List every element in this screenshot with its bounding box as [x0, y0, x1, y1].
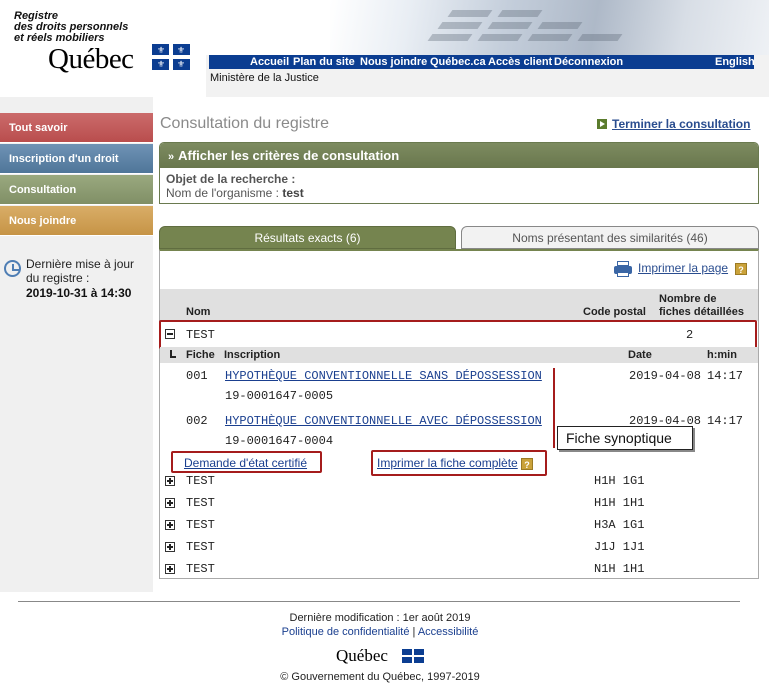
- nav-quebec-ca[interactable]: Québec.ca: [430, 55, 486, 69]
- fiche-number: 001: [186, 369, 208, 383]
- results-column-headers: Nom Code postal Nombre de fiches détaill…: [160, 289, 758, 321]
- demande-etat-certifie-link[interactable]: Demande d'état certifié: [184, 456, 307, 470]
- clock-icon: [4, 260, 21, 277]
- subcolumn-inscription: Inscription: [224, 349, 281, 361]
- privacy-link[interactable]: Politique de confidentialité: [282, 626, 410, 638]
- expand-icon[interactable]: [165, 542, 175, 552]
- tab-similar-names[interactable]: Noms présentant des similarités (46): [461, 226, 759, 249]
- nav-acces-client[interactable]: Accès client: [488, 55, 552, 69]
- result-row-name: TEST: [186, 540, 215, 554]
- search-object-label: Objet de la recherche :: [166, 172, 296, 186]
- fiche-subheader: Fiche Inscription Date h:min: [160, 347, 758, 363]
- fiche-date: 2019-04-08: [629, 369, 702, 383]
- expand-icon[interactable]: [165, 564, 175, 574]
- arrow-right-icon: [597, 119, 607, 129]
- end-consultation-link[interactable]: Terminer la consultation: [597, 117, 750, 131]
- print-page-link[interactable]: Imprimer la page: [638, 261, 728, 275]
- fiche-time: 14:17: [707, 369, 744, 383]
- ministry-name: Ministère de la Justice: [210, 72, 319, 84]
- subcolumn-fiche: Fiche: [186, 349, 215, 361]
- quebec-flag-icon: ⚜ ⚜ ⚜ ⚜: [152, 44, 190, 70]
- registry-title: Registre des droits personnels et réels …: [14, 10, 129, 44]
- tab-exact-results[interactable]: Résultats exacts (6): [159, 226, 456, 249]
- sidebar-item-nous-joindre[interactable]: Nous joindre: [0, 206, 153, 236]
- help-icon[interactable]: ?: [735, 263, 747, 275]
- page-title: Consultation du registre: [160, 115, 329, 132]
- footer-flag-icon: [402, 649, 424, 663]
- footer-last-modified: Dernière modification : 1er août 2019: [289, 612, 471, 624]
- fiche-reference: 19-0001647-0005: [225, 389, 334, 403]
- printer-icon[interactable]: [614, 261, 632, 277]
- chevron-down-icon: »: [168, 151, 175, 163]
- fiche-inscription-link[interactable]: HYPOTHÈQUE CONVENTIONNELLE SANS DÉPOSSES…: [225, 369, 542, 383]
- subcolumn-time: h:min: [707, 349, 737, 361]
- annotation-line: [553, 368, 555, 448]
- result-row-name: TEST: [186, 496, 215, 510]
- expand-icon[interactable]: [165, 498, 175, 508]
- result-row-code: H3A 1G1: [594, 518, 645, 532]
- nav-plan-du-site[interactable]: Plan du site: [293, 55, 355, 69]
- top-navigation: Accueil Plan du site Nous joindre Québec…: [209, 55, 755, 69]
- left-sidebar: Tout savoir Inscription d'un droit Consu…: [0, 97, 153, 592]
- result-row-code: H1H 1H1: [594, 496, 645, 510]
- column-nombre-line2: fiches détaillées: [659, 306, 744, 318]
- nav-accueil[interactable]: Accueil: [250, 55, 289, 69]
- accessibility-link[interactable]: Accessibilité: [418, 626, 479, 638]
- tree-branch-icon: [170, 350, 176, 358]
- sidebar-item-inscription[interactable]: Inscription d'un droit: [0, 144, 153, 174]
- fiche-time: 14:17: [707, 414, 744, 428]
- result-row-name: TEST: [186, 518, 215, 532]
- fiche-reference: 19-0001647-0004: [225, 434, 334, 448]
- annotation-highlight-row: [159, 320, 757, 349]
- result-row-code: H1H 1G1: [594, 474, 645, 488]
- last-update-date: 2019-10-31 à 14:30: [26, 286, 132, 300]
- column-nombre-line1: Nombre de: [659, 293, 717, 305]
- nav-english[interactable]: English: [715, 55, 755, 69]
- imprimer-fiche-link[interactable]: Imprimer la fiche complète: [377, 456, 518, 470]
- footer-divider: [18, 601, 740, 602]
- result-row-code: J1J 1J1: [594, 540, 645, 554]
- criteria-panel: » Afficher les critères de consultation O…: [159, 142, 759, 204]
- organisation-name: Nom de l'organisme : test: [166, 186, 304, 200]
- site-header: Registre des droits personnels et réels …: [0, 0, 769, 97]
- sidebar-item-consultation[interactable]: Consultation: [0, 175, 153, 205]
- criteria-toggle[interactable]: » Afficher les critères de consultation: [160, 143, 758, 168]
- footer-copyright: © Gouvernement du Québec, 1997-2019: [280, 671, 480, 683]
- footer-quebec-logo[interactable]: Québec: [336, 646, 388, 666]
- fiche-number: 002: [186, 414, 208, 428]
- sidebar-item-tout-savoir[interactable]: Tout savoir: [0, 113, 153, 143]
- result-row-name: TEST: [186, 562, 215, 576]
- nav-nous-joindre[interactable]: Nous joindre: [360, 55, 427, 69]
- column-code-postal: Code postal: [583, 306, 646, 318]
- help-icon[interactable]: ?: [521, 458, 533, 470]
- fiche-inscription-link[interactable]: HYPOTHÈQUE CONVENTIONNELLE AVEC DÉPOSSES…: [225, 414, 542, 428]
- column-nom: Nom: [186, 306, 211, 318]
- last-update-label: Dernière mise à jour du registre :: [26, 257, 135, 285]
- header-banner-image: [330, 0, 769, 55]
- expand-icon[interactable]: [165, 476, 175, 486]
- expand-icon[interactable]: [165, 520, 175, 530]
- nav-deconnexion[interactable]: Déconnexion: [554, 55, 623, 69]
- subcolumn-date: Date: [628, 349, 652, 361]
- quebec-logo[interactable]: Québec: [48, 44, 134, 74]
- result-row-code: N1H 1H1: [594, 562, 645, 576]
- footer-links: Politique de confidentialité | Accessibi…: [281, 626, 479, 638]
- fiche-synoptique-callout: Fiche synoptique: [557, 426, 693, 450]
- result-row-name: TEST: [186, 474, 215, 488]
